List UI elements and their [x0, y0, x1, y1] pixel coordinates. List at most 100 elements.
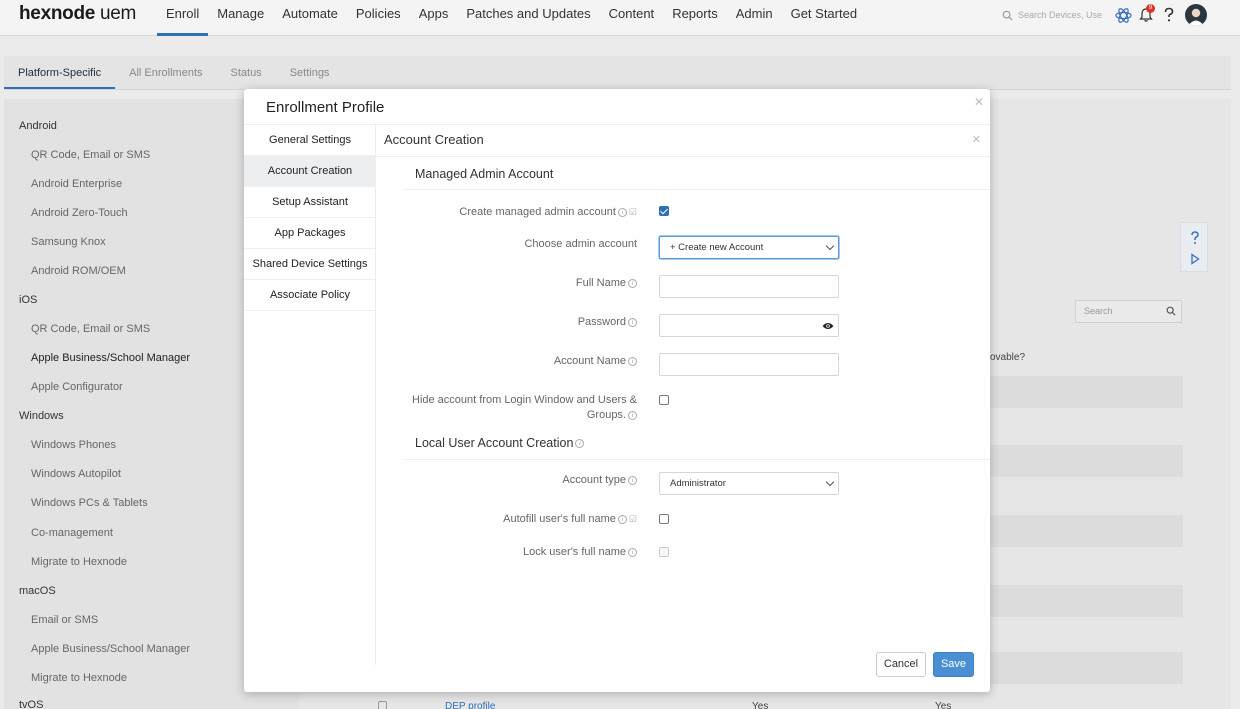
enrollment-profile-modal: Enrollment Profile ✕ General Settings Ac… [244, 89, 990, 692]
create-admin-checkbox[interactable] [659, 206, 669, 216]
search-icon [1002, 10, 1013, 21]
sidebar-item-samsung-knox[interactable]: Samsung Knox [31, 236, 106, 248]
menu-account-creation[interactable]: Account Creation [244, 156, 376, 187]
menu-shared-device-settings[interactable]: Shared Device Settings [244, 249, 376, 280]
search-placeholder: Search Devices, Use [1018, 10, 1103, 20]
nav-admin[interactable]: Admin [727, 0, 782, 36]
sidebar-group-ios[interactable]: iOS [19, 294, 37, 306]
hexnode-logo[interactable]: hexnode uem [19, 3, 136, 25]
sidebar-group-android[interactable]: Android [19, 120, 57, 132]
info-icon[interactable]: i [628, 410, 637, 420]
notification-badge: 9 [1146, 4, 1155, 13]
sidebar-group-tvos[interactable]: tvOS [19, 699, 43, 709]
sidebar-item-windows-pcs[interactable]: Windows PCs & Tablets [31, 497, 148, 509]
close-icon[interactable]: ✕ [974, 95, 984, 109]
sidebar-item-windows-autopilot[interactable]: Windows Autopilot [31, 468, 121, 480]
eye-icon[interactable] [822, 320, 834, 332]
dep-profile-link[interactable]: DEP profile [445, 701, 495, 709]
info-icon[interactable]: i [617, 207, 627, 217]
info-icon[interactable]: i [628, 356, 637, 366]
sidebar-group-macos[interactable]: macOS [19, 585, 56, 597]
nav-policies[interactable]: Policies [347, 0, 410, 36]
autofill-checkbox[interactable] [659, 514, 669, 524]
hide-account-label-text: Hide account from Login Window and Users… [412, 394, 637, 421]
nav-get-started[interactable]: Get Started [782, 0, 866, 36]
close-icon[interactable]: ✕ [972, 133, 981, 146]
autofill-label: Autofill user's full name i ☑ [503, 513, 637, 525]
hide-account-checkbox[interactable] [659, 395, 669, 405]
sidebar-item-windows-migrate[interactable]: Migrate to Hexnode [31, 556, 127, 568]
account-name-label-text: Account Name [553, 355, 626, 367]
info-icon[interactable]: i [628, 475, 637, 485]
main-nav: Enroll Manage Automate Policies Apps Pat… [157, 0, 866, 36]
full-name-label: Full Name i [576, 277, 637, 289]
sidebar-item-macos-abm[interactable]: Apple Business/School Manager [31, 643, 190, 655]
sidebar-item-macos-email[interactable]: Email or SMS [31, 614, 98, 626]
account-type-value: Administrator [670, 478, 726, 489]
nav-content[interactable]: Content [600, 0, 664, 36]
tab-platform-specific[interactable]: Platform-Specific [4, 56, 116, 89]
lock-name-label-text: Lock user's full name [523, 546, 626, 558]
tab-settings[interactable]: Settings [276, 56, 344, 89]
autofill-label-text: Autofill user's full name [503, 513, 616, 525]
info-icon[interactable]: i [617, 514, 627, 524]
cancel-button[interactable]: Cancel [876, 652, 926, 677]
row-checkbox[interactable] [378, 701, 387, 709]
info-icon[interactable]: i [628, 547, 637, 557]
account-name-label: Account Name i [554, 355, 637, 367]
lock-name-checkbox[interactable] [659, 547, 669, 557]
info-icon[interactable]: i [628, 317, 637, 327]
modal-title: Enrollment Profile [266, 99, 385, 116]
menu-general-settings[interactable]: General Settings [244, 125, 376, 156]
sidebar-item-apple-configurator[interactable]: Apple Configurator [31, 381, 123, 393]
help-icon[interactable] [1159, 5, 1179, 25]
tab-status[interactable]: Status [217, 56, 276, 89]
nav-reports[interactable]: Reports [663, 0, 727, 36]
password-input[interactable] [659, 314, 839, 337]
sidebar-item-windows-phones[interactable]: Windows Phones [31, 439, 116, 451]
menu-setup-assistant[interactable]: Setup Assistant [244, 187, 376, 218]
chevron-down-icon [825, 477, 835, 487]
bell-icon[interactable]: 9 [1136, 4, 1156, 25]
full-name-input[interactable] [659, 275, 839, 298]
create-admin-label: Create managed admin account i ☑ [459, 206, 637, 218]
section-local-user-account: Local User Account Creation i [415, 436, 585, 450]
sidebar-item-android-rom[interactable]: Android ROM/OEM [31, 265, 126, 277]
removable-column-header: ovable? [990, 352, 1026, 363]
account-type-select[interactable]: Administrator [659, 472, 839, 495]
info-icon[interactable]: i [575, 439, 585, 449]
help-icon[interactable] [1190, 231, 1200, 245]
choose-admin-label: Choose admin account [524, 238, 637, 250]
search-icon[interactable] [1166, 306, 1176, 316]
play-icon[interactable] [1190, 253, 1200, 265]
account-name-input[interactable] [659, 353, 839, 376]
sidebar-group-windows[interactable]: Windows [19, 410, 64, 422]
create-admin-label-text: Create managed admin account [459, 206, 616, 218]
choose-admin-select[interactable]: + Create new Account [659, 236, 839, 259]
sidebar-item-android-zero-touch[interactable]: Android Zero-Touch [31, 207, 128, 219]
sidebar-item-macos-migrate[interactable]: Migrate to Hexnode [31, 672, 127, 684]
menu-associate-policy[interactable]: Associate Policy [244, 280, 376, 311]
sidebar-item-ios-qr[interactable]: QR Code, Email or SMS [31, 323, 150, 335]
nav-automate[interactable]: Automate [273, 0, 347, 36]
cell-yes: Yes [935, 701, 952, 709]
atom-icon[interactable] [1113, 5, 1133, 25]
global-search-input[interactable]: Search Devices, Use [1002, 5, 1110, 25]
password-label: Password i [578, 316, 637, 328]
tab-all-enrollments[interactable]: All Enrollments [115, 56, 216, 89]
sidebar-item-ios-abm[interactable]: Apple Business/School Manager [31, 352, 190, 364]
menu-app-packages[interactable]: App Packages [244, 218, 376, 249]
top-right-tools: Search Devices, Use 9 [1002, 4, 1207, 26]
save-button[interactable]: Save [933, 652, 974, 677]
user-avatar[interactable] [1185, 4, 1207, 26]
sidebar-item-android-qr[interactable]: QR Code, Email or SMS [31, 149, 150, 161]
cell-yes: Yes [752, 701, 769, 709]
nav-manage[interactable]: Manage [208, 0, 273, 36]
sidebar-item-android-enterprise[interactable]: Android Enterprise [31, 178, 122, 190]
nav-enroll[interactable]: Enroll [157, 0, 209, 36]
info-icon[interactable]: i [628, 278, 637, 288]
nav-apps[interactable]: Apps [410, 0, 458, 36]
hide-account-label: Hide account from Login Window and Users… [397, 393, 637, 423]
nav-patches-and-updates[interactable]: Patches and Updates [457, 0, 599, 36]
sidebar-item-co-management[interactable]: Co-management [31, 527, 113, 539]
